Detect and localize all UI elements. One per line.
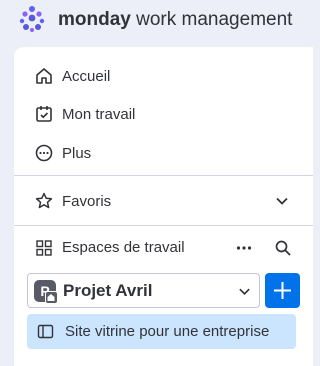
top-bar: monday work management — [0, 0, 313, 44]
calendar-check-icon — [36, 106, 52, 122]
workspaces-header: Espaces de travail — [14, 233, 313, 263]
sidebar-item-label: Accueil — [62, 67, 111, 85]
search-icon[interactable] — [273, 238, 293, 258]
workspaces-grid-icon — [36, 240, 52, 256]
divider — [14, 225, 313, 226]
sidebar-item-favorites[interactable]: Favoris — [14, 183, 313, 219]
sidebar-item-label: Mon travail — [62, 105, 136, 123]
sidebar-item-label: Plus — [62, 144, 92, 162]
workspace-selector[interactable]: P Projet Avril — [27, 273, 260, 308]
divider — [14, 175, 313, 176]
sidebar-item-more[interactable]: Plus — [14, 135, 313, 171]
more-circle-icon — [35, 144, 53, 162]
board-icon — [37, 324, 54, 339]
add-item-button[interactable] — [265, 273, 300, 308]
workspaces-title: Espaces de travail — [62, 239, 185, 256]
ellipsis-icon[interactable] — [234, 238, 254, 258]
plus-icon — [274, 282, 291, 299]
board-item[interactable]: Site vitrine pour une entreprise — [27, 314, 296, 349]
monday-logo-icon[interactable] — [17, 4, 47, 34]
workspace-home-badge-icon — [45, 291, 58, 304]
chevron-down-icon — [239, 288, 250, 296]
chevron-down-icon[interactable] — [275, 194, 289, 208]
home-icon — [36, 68, 52, 84]
sidebar-item-my-work[interactable]: Mon travail — [14, 96, 313, 132]
sidebar-panel: Accueil Mon travail Plus Favoris Espaces… — [14, 47, 313, 366]
board-item-label: Site vitrine pour une entreprise — [65, 323, 270, 340]
sidebar-item-home[interactable]: Accueil — [14, 58, 313, 94]
brand-name: monday work management — [58, 9, 292, 31]
brand-name-rest: work management — [130, 9, 293, 30]
sidebar-item-label: Favoris — [62, 192, 112, 210]
star-icon — [35, 192, 53, 209]
workspace-name: Projet Avril — [63, 281, 153, 300]
brand-name-bold: monday — [58, 9, 131, 30]
